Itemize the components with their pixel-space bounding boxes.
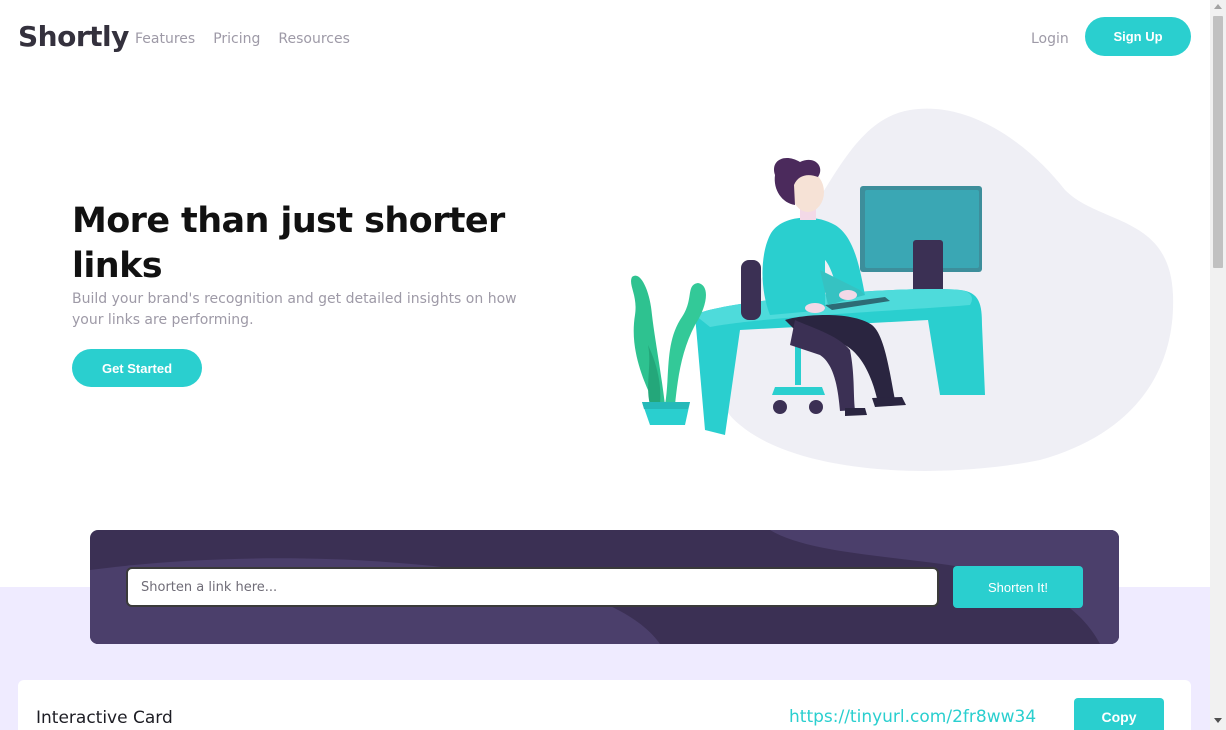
shorten-form: Shorten It! — [90, 530, 1119, 644]
nav-link-resources[interactable]: Resources — [278, 31, 350, 47]
site-header: Shortly Features Pricing Resources Login… — [0, 0, 1210, 80]
nav-link-pricing[interactable]: Pricing — [213, 31, 260, 47]
logo[interactable]: Shortly — [18, 20, 129, 53]
short-link[interactable]: https://tinyurl.com/2fr8ww34 — [789, 707, 1036, 727]
person-working-illustration — [631, 108, 1174, 471]
scroll-down-arrow-icon[interactable] — [1214, 718, 1222, 723]
vertical-scrollbar[interactable] — [1210, 0, 1226, 730]
result-original-label: Interactive Card — [36, 708, 173, 728]
get-started-button[interactable]: Get Started — [72, 349, 202, 387]
scroll-up-arrow-icon[interactable] — [1214, 4, 1222, 9]
nav-link-features[interactable]: Features — [135, 31, 195, 47]
hero-subtitle: Build your brand's recognition and get d… — [72, 291, 517, 328]
copy-button[interactable]: Copy — [1074, 698, 1164, 730]
hero-title: More than just shorter links — [72, 201, 505, 286]
main-nav: Features Pricing Resources — [135, 31, 350, 47]
shorten-button[interactable]: Shorten It! — [953, 566, 1083, 608]
scroll-thumb[interactable] — [1213, 16, 1223, 268]
login-link[interactable]: Login — [1031, 31, 1069, 47]
link-input[interactable] — [126, 567, 939, 607]
result-card: Interactive Card https://tinyurl.com/2fr… — [18, 680, 1191, 730]
sign-up-button[interactable]: Sign Up — [1085, 17, 1191, 56]
